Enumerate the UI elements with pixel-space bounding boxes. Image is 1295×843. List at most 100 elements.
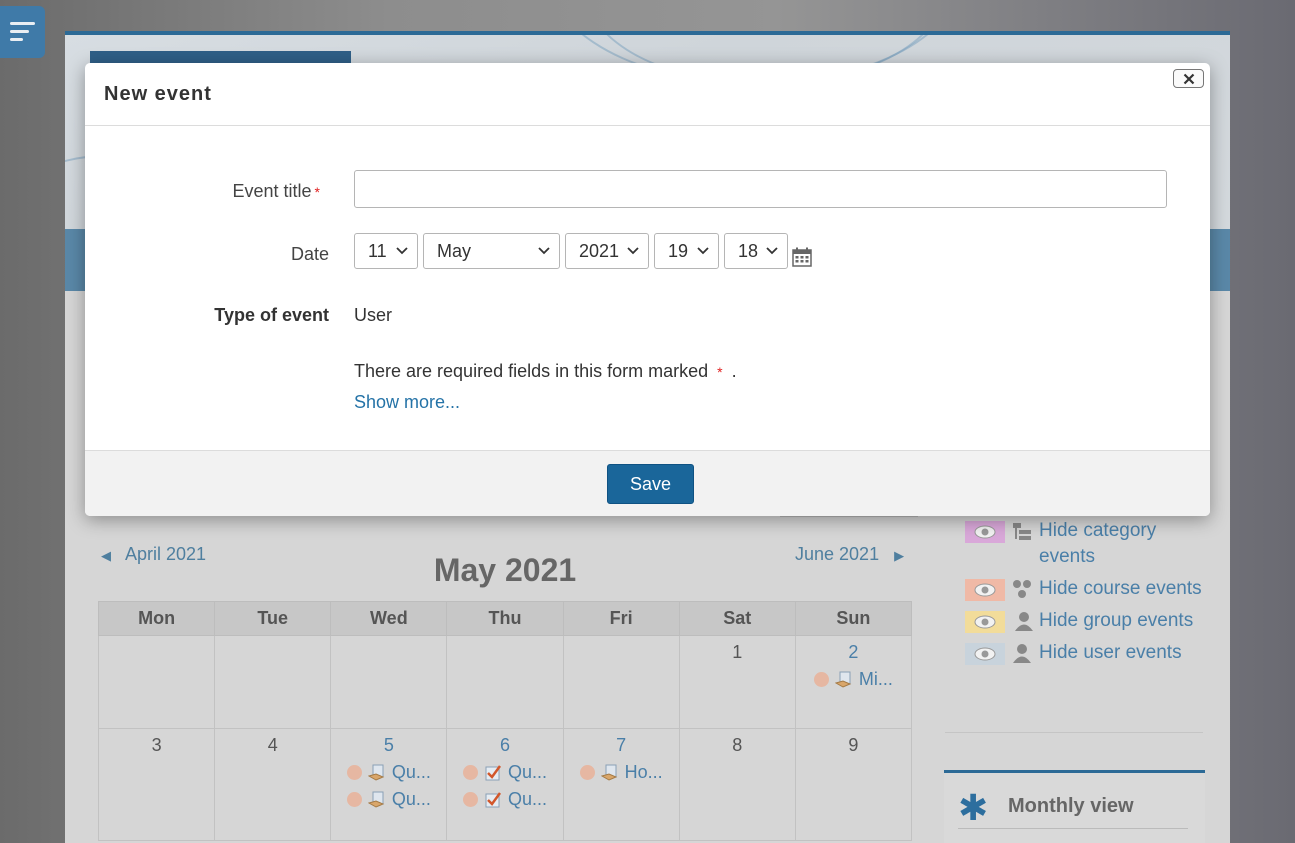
assignment-icon: [367, 791, 385, 808]
required-icon: *: [717, 364, 723, 380]
event-title-label: Event title *: [90, 181, 321, 202]
filter-label: Hide group events: [1039, 610, 1194, 631]
event-title: Qu...: [507, 762, 547, 782]
chevron-down-icon: [697, 247, 709, 255]
block-divider: [958, 828, 1188, 829]
calendar-icon[interactable]: [792, 247, 812, 267]
event-title-input[interactable]: [354, 170, 1167, 208]
calendar-event[interactable]: Qu...: [447, 762, 562, 783]
event-filter-list: Hide category events Hide course events …: [965, 518, 1205, 672]
calendar-day[interactable]: 3: [97, 728, 216, 841]
prev-month-label: April 2021: [125, 544, 207, 564]
menu-icon-line: [10, 38, 23, 41]
show-more-link[interactable]: Show more...: [354, 392, 460, 413]
event-title-label-text: Event title: [232, 181, 312, 201]
menu-icon: [10, 22, 35, 25]
chevron-down-icon: [766, 247, 778, 255]
hour-select[interactable]: 19: [654, 233, 719, 269]
month-select-value: May: [437, 240, 472, 261]
chevron-down-icon: [538, 247, 550, 255]
calendar-event[interactable]: Ho...: [564, 762, 679, 783]
calendar-day[interactable]: 8: [678, 728, 796, 841]
day-number: 4: [267, 735, 278, 755]
close-button[interactable]: [1173, 69, 1204, 88]
day-select[interactable]: 11: [354, 233, 418, 269]
calendar-week: 3 4 5 Qu... Qu... 6 Qu... Qu... 7 Ho... …: [97, 728, 913, 841]
prev-month-link[interactable]: ◀ April 2021: [101, 544, 206, 565]
calendar-event[interactable]: Qu...: [447, 789, 562, 810]
save-button[interactable]: Save: [607, 464, 694, 504]
filter-label: Hide user events: [1039, 642, 1182, 663]
eye-icon: [965, 643, 1005, 665]
calendar-event[interactable]: Qu...: [331, 762, 446, 783]
minute-select-value: 18: [738, 240, 759, 261]
year-select-value: 2021: [579, 240, 620, 261]
eye-icon: [965, 579, 1005, 601]
required-icon: *: [314, 184, 320, 200]
assignment-icon: [600, 764, 617, 781]
quiz-icon: [485, 791, 501, 807]
weekday-wed: Wed: [330, 601, 448, 636]
calendar-day[interactable]: 7 Ho...: [562, 728, 680, 841]
day-number-link[interactable]: 5: [331, 735, 446, 756]
day-number-link[interactable]: 6: [447, 735, 562, 756]
modal-footer: Save: [85, 450, 1210, 516]
event-dot: [346, 792, 362, 807]
next-month-label: June 2021: [795, 544, 880, 564]
calendar-day[interactable]: 5 Qu... Qu...: [330, 728, 448, 841]
quiz-icon: [485, 764, 501, 780]
calendar-day[interactable]: 4: [214, 728, 332, 841]
filter-label: Hide course events: [1039, 578, 1202, 599]
filter-course-events[interactable]: Hide course events: [965, 576, 1205, 602]
calendar-event[interactable]: Mi...: [796, 669, 911, 690]
eye-icon: [965, 611, 1005, 633]
event-dot: [462, 792, 478, 807]
eye-icon: [965, 521, 1005, 543]
calendar-day-empty: [446, 635, 564, 729]
modal-header: New event: [85, 63, 1210, 126]
calendar-day-empty: [214, 635, 332, 729]
weekday-mon: Mon: [97, 601, 216, 636]
chevron-down-icon: [396, 247, 408, 255]
event-dot: [346, 765, 362, 780]
type-of-event-label: Type of event: [214, 305, 329, 325]
close-icon: [1183, 73, 1194, 84]
next-month-link[interactable]: June 2021 ▶: [795, 544, 904, 565]
weekday-sun: Sun: [794, 601, 913, 636]
calendar-day[interactable]: 9: [794, 728, 913, 841]
day-number: 8: [732, 735, 743, 755]
calendar-day[interactable]: 6 Qu... Qu...: [446, 728, 564, 841]
calendar-day-empty: [330, 635, 448, 729]
calendar-event[interactable]: Qu...: [331, 789, 446, 810]
event-dot: [813, 672, 829, 687]
menu-icon-line: [10, 30, 29, 33]
event-title: Qu...: [391, 762, 431, 782]
minute-select[interactable]: 18: [724, 233, 788, 269]
calendar-day-empty: [97, 635, 216, 729]
day-number-link[interactable]: 2: [796, 642, 911, 663]
calendar-day[interactable]: 1: [678, 635, 796, 729]
calendar-title: May 2021: [433, 552, 577, 588]
new-event-modal: New event Event title * Date 11 May 2021 …: [85, 63, 1210, 516]
event-dot: [579, 765, 595, 780]
filter-user-events[interactable]: Hide user events: [965, 640, 1205, 666]
modal-title: New event: [104, 83, 212, 105]
assignment-icon: [367, 764, 385, 781]
day-number-link[interactable]: 7: [564, 735, 679, 756]
sidebar-divider: [945, 732, 1203, 733]
month-select[interactable]: May: [423, 233, 560, 269]
event-dot: [462, 765, 478, 780]
monthly-view-label: Monthly view: [1008, 795, 1134, 817]
day-number: 3: [151, 735, 162, 755]
filter-category-events[interactable]: Hide category events: [965, 518, 1205, 570]
assignment-icon: [834, 671, 852, 688]
event-title: Ho...: [624, 762, 663, 782]
calendar-day[interactable]: 2 Mi...: [794, 635, 913, 729]
drawer-toggle-button[interactable]: [0, 6, 45, 58]
category-icon: [1013, 523, 1031, 540]
event-title: Qu...: [507, 789, 547, 809]
calendar-grid: Mon Tue Wed Thu Fri Sat Sun 1 2 Mi... 3 …: [97, 601, 913, 841]
filter-group-events[interactable]: Hide group events: [965, 608, 1205, 634]
weekday-header: Mon Tue Wed Thu Fri Sat Sun: [97, 601, 913, 636]
year-select[interactable]: 2021: [565, 233, 649, 269]
